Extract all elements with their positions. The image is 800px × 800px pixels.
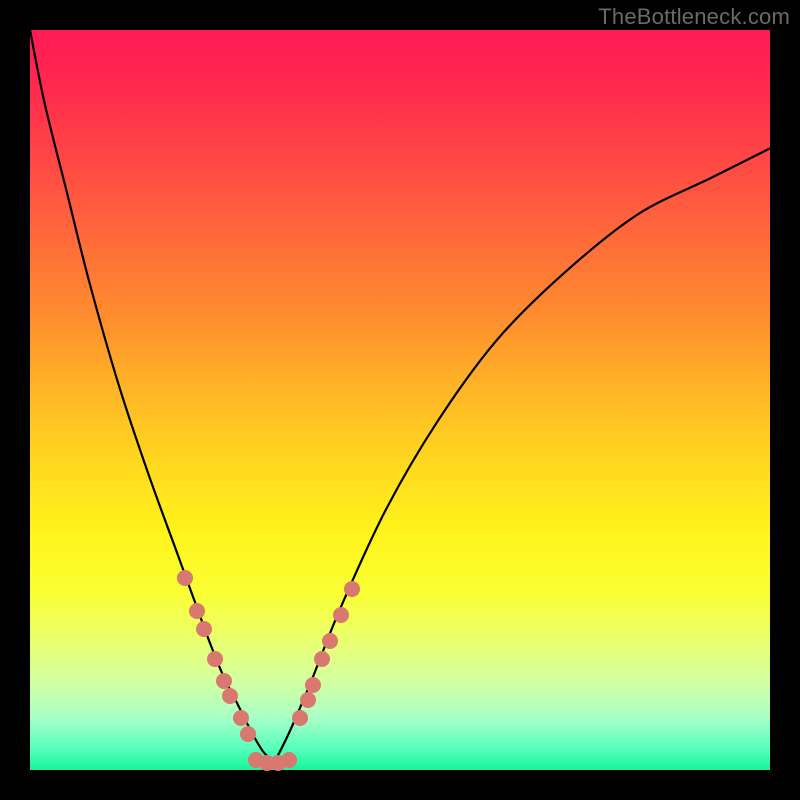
data-point: [333, 607, 349, 623]
data-point: [196, 621, 212, 637]
data-point: [300, 692, 316, 708]
data-point: [292, 710, 308, 726]
curve-layer: [30, 30, 770, 770]
data-point: [344, 581, 360, 597]
chart-frame: TheBottleneck.com: [0, 0, 800, 800]
data-point: [207, 651, 223, 667]
data-point: [233, 710, 249, 726]
data-point: [322, 633, 338, 649]
data-point: [281, 752, 297, 768]
plot-area: [30, 30, 770, 770]
data-point: [240, 726, 256, 742]
data-point: [216, 673, 232, 689]
curve-left-branch: [30, 30, 274, 763]
data-point: [177, 570, 193, 586]
data-point: [314, 651, 330, 667]
data-point: [222, 688, 238, 704]
data-point: [305, 677, 321, 693]
watermark-text: TheBottleneck.com: [598, 4, 790, 30]
data-point: [189, 603, 205, 619]
curve-right-branch: [274, 148, 770, 762]
